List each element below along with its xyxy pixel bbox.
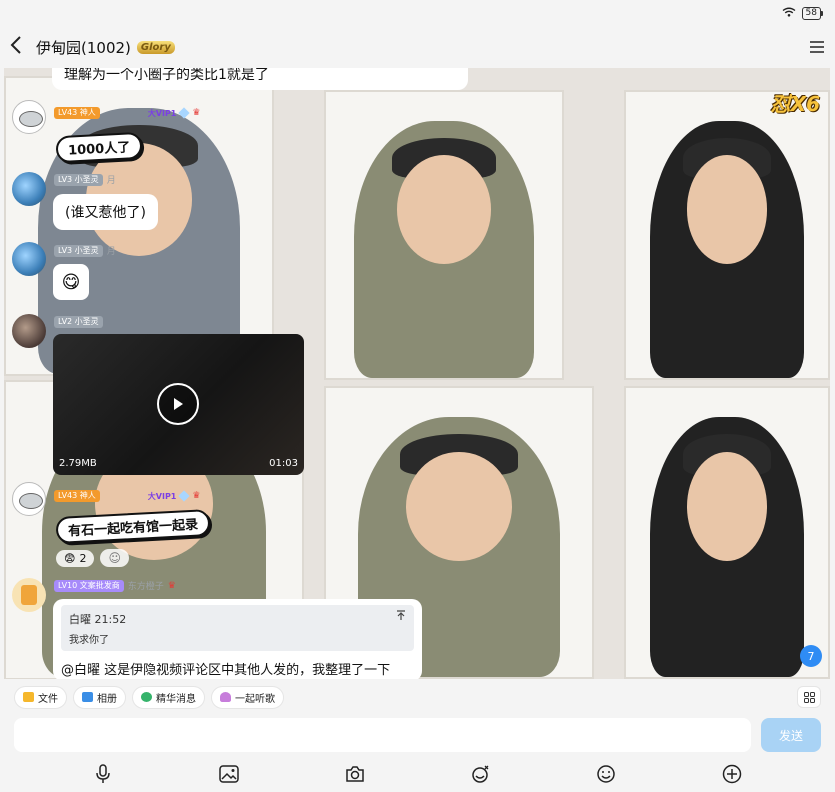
combo-badge: 怼X6 [770,92,820,116]
sender-meta: LV3 小圣灵 月 [54,173,116,186]
mic-icon[interactable] [92,763,114,785]
avatar[interactable] [12,482,46,516]
background-portrait [624,386,830,679]
gem-icon [178,107,191,119]
background-portrait [324,90,564,380]
back-button[interactable] [10,35,32,60]
group-badge: Glory [136,40,175,54]
chat-header: 伊甸园(1002) Glory [0,26,835,68]
video-size: 2.79MB [59,458,97,469]
wifi-icon [782,7,796,20]
level-badge: LV2 小圣灵 [54,316,103,328]
input-toolbar [0,755,835,792]
message-bubble[interactable]: (谁又惹他了) [53,194,158,230]
level-badge: LV3 小圣灵 [54,173,103,186]
level-badge: LV3 小圣灵 [54,244,103,257]
video-message[interactable]: 2.79MB 01:03 [53,334,304,475]
file-label: 文件 [38,693,58,705]
level-badge: LV10 文案批发商 [54,579,124,592]
quote-text: 我求你了 [69,635,109,646]
emoji-text: 😋 [61,271,81,293]
featured-label: 精华消息 [156,693,196,705]
level-badge: LV43 神人 [54,107,100,119]
sender-meta: LV10 文案批发商 东方橙子 ♛ [54,579,176,592]
quoted-message[interactable]: 白曜 21:52 我求你了 [61,605,414,651]
plus-icon[interactable] [721,763,743,785]
group-title: 伊甸园(1002) [36,38,131,57]
battery-indicator: 58 [801,6,824,20]
sender-name: 月 [106,247,116,257]
emoji-message[interactable]: 😋 [53,264,89,300]
message-text: 理解为一个小圈子的类比1就是了 [64,68,269,83]
reaction-emoji: 😨 [64,551,76,565]
play-icon[interactable] [157,383,199,425]
sticker-message[interactable]: 1000人了 [55,131,143,164]
sticker-text: 1000人了 [67,140,131,159]
add-reaction-icon[interactable]: ☺ [100,549,129,567]
quote-author: 白曜 21:52 [69,613,127,626]
chat-area[interactable]: 怼X6 理解为一个小圈子的类比1就是了 LV43 神人 大VIP1 ♛ 1000… [4,68,830,679]
crown-icon: ♛ [192,491,201,501]
message-text: @白曜 这是伊隐视频评论区中其他人发的，我整理了一下 [61,663,391,678]
listen-together-button[interactable]: 一起听歌 [211,685,284,709]
avatar[interactable] [12,578,46,612]
background-portrait [624,90,830,380]
reply-message[interactable]: 白曜 21:52 我求你了 @白曜 这是伊隐视频评论区中其他人发的，我整理了一下 [53,599,422,679]
vip-badge: 大VIP1 [147,491,177,501]
message-text: (谁又惹他了) [65,205,146,221]
avatar[interactable] [12,242,46,276]
video-duration: 01:03 [269,458,298,469]
album-label: 相册 [97,693,117,705]
input-row: 发送 [0,715,835,755]
star-icon [141,692,152,702]
crown-icon: ♛ [167,580,176,591]
avatar[interactable] [12,172,46,206]
featured-messages-button[interactable]: 精华消息 [132,685,205,709]
music-icon [220,692,231,702]
status-bar: 58 [0,0,835,26]
album-button[interactable]: 相册 [73,685,126,709]
pin-top-icon[interactable] [396,610,406,624]
send-button[interactable]: 发送 [761,718,821,752]
sender-meta: LV43 神人 大VIP1 ♛ [54,107,200,119]
level-badge: LV43 神人 [54,490,100,502]
apps-grid-icon[interactable] [797,686,821,708]
sender-meta: LV2 小圣灵 [54,316,103,328]
menu-button[interactable] [809,35,825,59]
sender-meta: LV43 神人 大VIP1 ♛ [54,490,200,502]
reaction-count: 2 [79,551,87,565]
quick-action-bar: 文件 相册 精华消息 一起听歌 [0,679,835,715]
reaction-chip[interactable]: 😨 2 [56,549,95,567]
crown-icon: ♛ [192,108,201,118]
avatar[interactable] [12,100,46,134]
message-bubble[interactable]: 理解为一个小圈子的类比1就是了 [52,68,468,90]
sender-name: 月 [106,176,116,186]
message-input[interactable] [14,718,751,752]
listen-label: 一起听歌 [235,693,275,705]
sticker-icon[interactable] [469,763,491,785]
avatar[interactable] [12,314,46,348]
image-icon[interactable] [218,763,240,785]
reaction-row: 😨 2 ☺ [56,549,129,567]
emoji-icon[interactable] [595,763,617,785]
sender-meta: LV3 小圣灵 月 [54,244,116,257]
folder-icon [23,692,34,702]
vip-badge: 大VIP1 [147,108,177,118]
sticker-text: 有石一起吃有馆一起录 [67,517,199,540]
photo-icon [82,692,93,702]
unread-count-badge[interactable]: 7 [800,645,822,667]
gem-icon [178,490,191,502]
camera-icon[interactable] [344,763,366,785]
sender-name: 东方橙子 [127,582,164,592]
file-button[interactable]: 文件 [14,685,67,709]
